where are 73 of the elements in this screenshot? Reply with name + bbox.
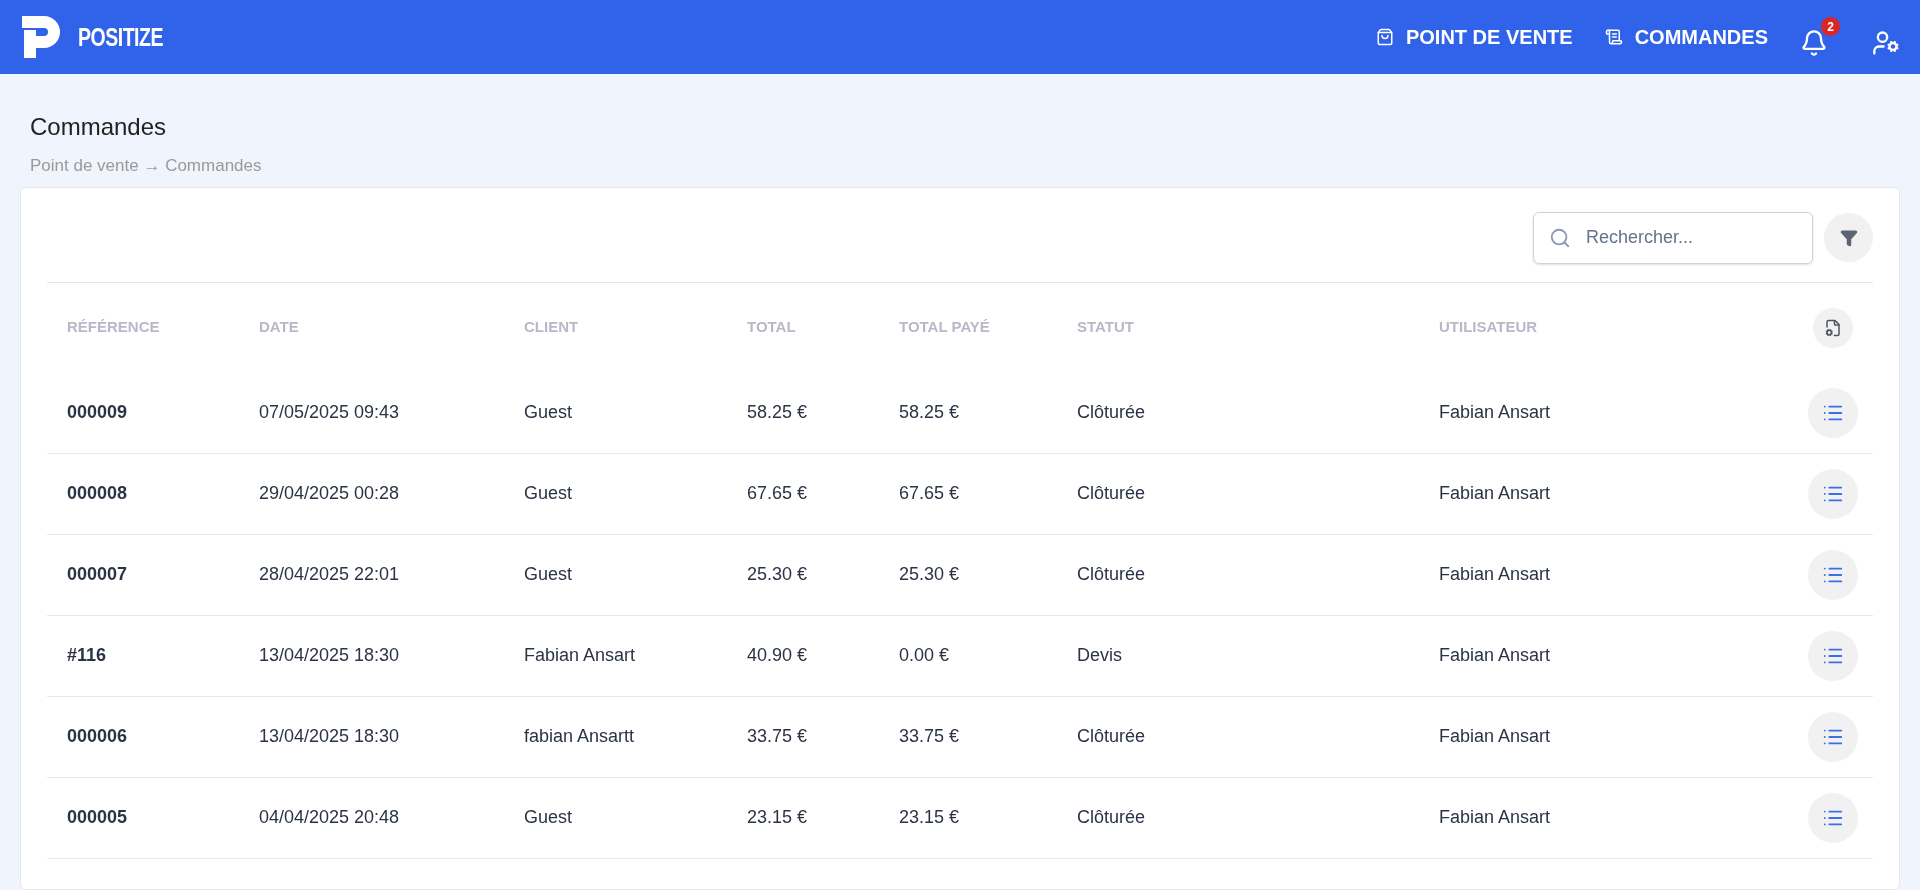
details-button[interactable] — [1808, 711, 1858, 762]
filter-button[interactable] — [1824, 213, 1873, 262]
table-cell-text: 25.30 € — [746, 563, 809, 586]
table-cell-text: 67.65 € — [898, 482, 961, 505]
table-cell-text: Guest — [523, 806, 574, 829]
table-cell-text: 13/04/2025 18:30 — [258, 644, 401, 667]
table-cell-text: 29/04/2025 00:28 — [258, 482, 401, 505]
table-cell-text: Devis — [1076, 644, 1123, 667]
table-cell-text: 000009 — [66, 401, 129, 424]
table-cell-text: 13/04/2025 18:30 — [258, 725, 401, 748]
table-cell-text: 04/04/2025 20:48 — [258, 806, 401, 829]
table-cell-text: fabian Ansartt — [523, 725, 636, 748]
column-header: DATE — [258, 317, 300, 338]
table-cell-text: 33.75 € — [898, 725, 961, 748]
table-cell-text: Clôturée — [1076, 563, 1147, 586]
table-cell-text: 0.00 € — [898, 644, 951, 667]
table-cell-text: Fabian Ansart — [1438, 401, 1552, 424]
notification-badge: 2 — [1821, 17, 1840, 36]
details-button[interactable] — [1808, 468, 1858, 519]
table-cell-text: 23.15 € — [898, 806, 961, 829]
table-cell-text: Guest — [523, 482, 574, 505]
details-button[interactable] — [1808, 630, 1858, 681]
table-cell-text: Fabian Ansart — [1438, 806, 1552, 829]
details-button[interactable] — [1808, 387, 1858, 438]
breadcrumb: Point de vente → Commandes — [30, 155, 263, 177]
table-cell-text: Fabian Ansart — [1438, 563, 1552, 586]
table-cell-text: Guest — [523, 401, 574, 424]
column-header: TOTAL — [746, 317, 797, 338]
table-cell-text: 000005 — [66, 806, 129, 829]
page-title: Commandes — [30, 112, 168, 142]
column-header: UTILISATEUR — [1438, 317, 1539, 338]
table-cell-text: 40.90 € — [746, 644, 809, 667]
column-header: STATUT — [1076, 317, 1135, 338]
table-cell-text: Guest — [523, 563, 574, 586]
table-cell-text: Clôturée — [1076, 401, 1147, 424]
table-cell-text: Clôturée — [1076, 806, 1147, 829]
user-settings-icon — [1872, 29, 1900, 57]
table-cell-text: 58.25 € — [746, 401, 809, 424]
table-cell-text: Clôturée — [1076, 482, 1147, 505]
table-cell-text: 25.30 € — [898, 563, 961, 586]
receipt-icon — [1604, 28, 1623, 46]
table-cell-text: 000008 — [66, 482, 129, 505]
table-cell-text: Clôturée — [1076, 725, 1147, 748]
search-field[interactable]: Rechercher... — [1533, 211, 1813, 264]
search-icon — [1549, 226, 1571, 249]
table-cell-text: Fabian Ansart — [1438, 482, 1552, 505]
table-cell-text: 000006 — [66, 725, 129, 748]
column-header: TOTAL PAYÉ — [898, 317, 991, 338]
nav-link[interactable]: POINT DE VENTE — [1375, 22, 1573, 52]
table-cell-text: 67.65 € — [746, 482, 809, 505]
table-cell-text: 23.15 € — [746, 806, 809, 829]
table-cell-text: 33.75 € — [746, 725, 809, 748]
brand-name: POSITIZE — [78, 20, 163, 54]
table-cell-text: 58.25 € — [898, 401, 961, 424]
notifications-button[interactable]: 2 — [1800, 17, 1840, 57]
details-button[interactable] — [1808, 549, 1858, 600]
table-cell-text: Fabian Ansart — [1438, 644, 1552, 667]
shopping-bag-icon — [1375, 28, 1394, 46]
table-cell-text: #116 — [66, 644, 108, 667]
table-cell-text: 28/04/2025 22:01 — [258, 563, 401, 586]
details-button[interactable] — [1808, 792, 1858, 843]
logo-icon — [20, 14, 62, 60]
column-settings-button[interactable] — [1813, 307, 1853, 348]
document-gear-icon — [1824, 318, 1842, 337]
table-cell-text: 000007 — [66, 563, 129, 586]
column-header: RÉFÉRENCE — [66, 317, 161, 338]
table-cell-text: Fabian Ansart — [523, 644, 637, 667]
bell-icon — [1800, 29, 1828, 57]
table-cell-text: 07/05/2025 09:43 — [258, 401, 401, 424]
nav-link[interactable]: COMMANDES — [1604, 22, 1768, 52]
table-cell-text: Fabian Ansart — [1438, 725, 1552, 748]
filter-icon — [1839, 228, 1858, 247]
column-header: CLIENT — [523, 317, 580, 338]
